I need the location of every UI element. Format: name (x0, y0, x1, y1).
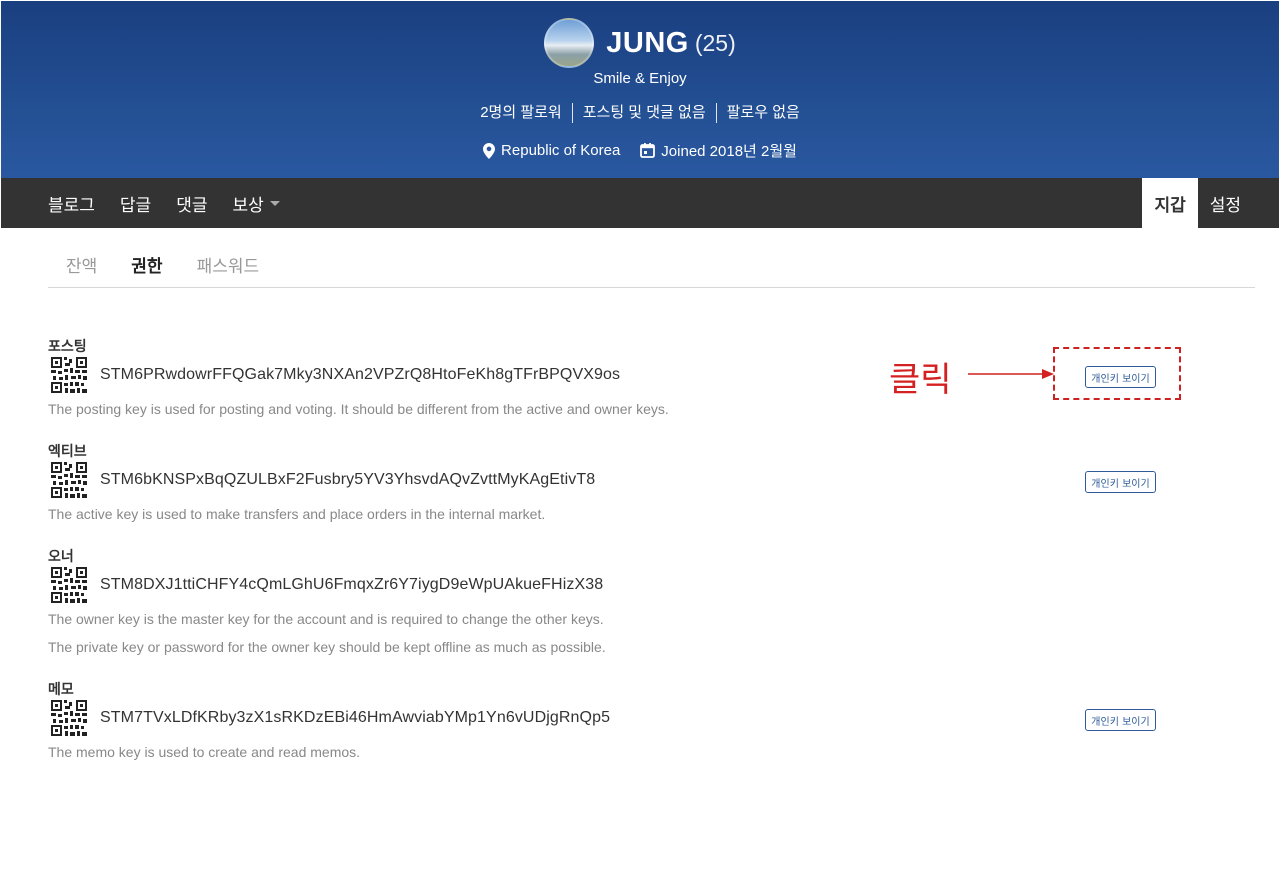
nav-comments[interactable]: 댓글 (176, 191, 207, 216)
annotation-text: 클릭 (889, 360, 952, 400)
key-label: 포스팅 (48, 338, 87, 354)
joined-text: Joined 2018년 2월월 (661, 143, 797, 160)
user-nav: 블로그 답글 댓글 보상 지갑 설정 (1, 178, 1279, 228)
caret-down-icon (269, 200, 280, 206)
key-description: The owner key is the master key for the … (48, 611, 604, 627)
key-row: STM8DXJ1ttiCHFY4cQmLGhU6FmqxZr6Y7iygD9eW… (48, 566, 1198, 604)
user-reputation: (25) (694, 29, 736, 56)
nav-wallet[interactable]: 지갑 (1142, 178, 1198, 228)
profile-stats: 2명의 팔로워 포스팅 및 댓글 없음 팔로우 없음 (1, 103, 1279, 123)
location: Republic of Korea (483, 140, 620, 161)
tab-permissions[interactable]: 권한 (131, 252, 162, 287)
public-key-value: STM6bKNSPxBqQZULBxF2Fusbry5YV3YhsvdAQvZv… (100, 471, 596, 488)
tab-password[interactable]: 패스워드 (197, 252, 260, 287)
following-link[interactable]: 팔로우 없음 (715, 103, 810, 123)
profile-banner: JUNG (25) Smile & Enjoy 2명의 팔로워 포스팅 및 댓글… (1, 1, 1279, 178)
key-description-secondary: The private key or password for the owne… (48, 639, 606, 655)
key-label: 오너 (48, 548, 74, 564)
profile-about: Smile & Enjoy (593, 70, 687, 87)
key-description: The active key is used to make transfers… (48, 506, 546, 522)
public-key-value: STM8DXJ1ttiCHFY4cQmLGhU6FmqxZr6Y7iygD9eW… (100, 576, 604, 593)
location-text: Republic of Korea (501, 142, 621, 159)
qr-code-icon[interactable] (51, 357, 87, 393)
profile-row: JUNG (25) (1, 18, 1279, 68)
qr-code-icon[interactable] (51, 567, 87, 603)
public-key-value: STM6PRwdowrFFQGak7Mky3NXAn2VPZrQ8HtoFeKh… (100, 366, 621, 383)
active-key-section: 엑티브 STM6bKNSPxBqQZULBxF2Fusbry5YV3YhsvdA… (48, 441, 1198, 522)
public-key-value: STM7TVxLDfKRby3zX1sRKDzEBi46HmAwviabYMp1… (100, 709, 611, 726)
qr-code-icon[interactable] (51, 700, 87, 736)
key-row: STM7TVxLDfKRby3zX1sRKDzEBi46HmAwviabYMp1… (48, 699, 1198, 737)
annotation-arrow-icon (968, 369, 1054, 379)
memo-key-section: 메모 STM7TVxLDfKRby3zX1sRKDzEBi46HmAwviabY… (48, 679, 1198, 760)
key-description: The posting key is used for posting and … (48, 401, 669, 417)
followers-link[interactable]: 2명의 팔로워 (470, 103, 572, 123)
nav-right: 지갑 설정 (1142, 178, 1253, 228)
location-pin-icon (483, 142, 496, 159)
key-label: 엑티브 (48, 443, 87, 459)
tab-balance[interactable]: 잔액 (66, 252, 97, 287)
profile-meta: Republic of Korea Joined 2018년 2월월 (1, 140, 1279, 161)
nav-settings[interactable]: 설정 (1198, 178, 1253, 228)
avatar[interactable] (544, 18, 595, 68)
key-row: STM6bKNSPxBqQZULBxF2Fusbry5YV3YhsvdAQvZv… (48, 461, 1198, 499)
user-name: JUNG (606, 26, 689, 59)
wallet-subtabs: 잔액 권한 패스워드 (48, 252, 1255, 288)
qr-code-icon[interactable] (51, 462, 87, 498)
nav-rewards[interactable]: 보상 (232, 191, 280, 216)
show-private-key-button[interactable]: 개인키 보이기 (1085, 709, 1156, 731)
annotation-highlight-box (1053, 347, 1181, 400)
key-label: 메모 (48, 681, 74, 697)
owner-key-section: 오너 STM8DXJ1ttiCHFY4cQmLGhU6FmqxZr6Y7iygD… (48, 546, 1198, 655)
calendar-icon (640, 143, 656, 158)
joined: Joined 2018년 2월월 (640, 140, 797, 161)
nav-replies[interactable]: 답글 (120, 191, 151, 216)
nav-blog[interactable]: 블로그 (48, 191, 95, 216)
posts-count: 포스팅 및 댓글 없음 (571, 103, 716, 123)
show-private-key-button[interactable]: 개인키 보이기 (1085, 471, 1156, 493)
nav-left: 블로그 답글 댓글 보상 (48, 178, 305, 228)
nav-rewards-label: 보상 (232, 195, 264, 215)
key-description: The memo key is used to create and read … (48, 744, 361, 760)
